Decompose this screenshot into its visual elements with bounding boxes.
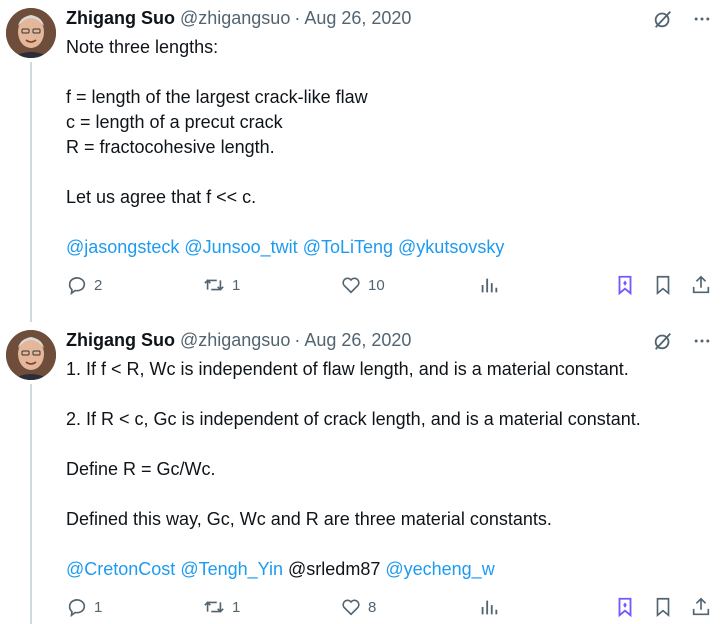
author-handle[interactable]: @zhigangsuo	[180, 8, 290, 29]
text-line: f = length of the largest crack-like fla…	[66, 87, 368, 107]
text-line	[66, 160, 706, 185]
reply-icon	[66, 274, 88, 296]
mention-link[interactable]: @Junsoo_twit	[184, 237, 297, 257]
text-line: Defined this way, Gc, Wc and R are three…	[66, 509, 552, 529]
separator: ·	[294, 329, 301, 350]
thread-connector	[30, 384, 32, 624]
tweet-actions: 1 1 8	[66, 596, 724, 622]
separator: ·	[294, 7, 301, 28]
tweet-date[interactable]: Aug 26, 2020	[304, 8, 411, 29]
views-button[interactable]	[478, 274, 500, 296]
thread-connector	[30, 62, 32, 322]
mention-link[interactable]: @Tengh_Yin	[180, 559, 283, 579]
tweet-top-actions	[652, 8, 712, 35]
text-line	[66, 432, 706, 457]
bookmark-folder-icon	[614, 274, 636, 296]
like-count: 8	[368, 598, 377, 616]
retweet-count: 1	[232, 598, 241, 616]
mention-link[interactable]: @yecheng_w	[385, 559, 494, 579]
text-line: Let us agree that f << c.	[66, 187, 257, 207]
reply-button[interactable]: 2	[66, 274, 102, 296]
text-line: c = length of a precut crack	[66, 112, 283, 132]
tweet-actions: 2 1 10	[66, 274, 724, 300]
mention-link[interactable]: @ToLiTeng	[303, 237, 393, 257]
tweet-header: Zhigang Suo @zhigangsuo · Aug 26, 2020	[66, 7, 411, 29]
author-handle[interactable]: @zhigangsuo	[180, 330, 290, 351]
like-count: 10	[368, 276, 385, 294]
author-name[interactable]: Zhigang Suo	[66, 8, 175, 29]
text-line	[66, 210, 706, 235]
like-icon	[340, 274, 362, 296]
mentions-line: @CretonCost @Tengh_Yin @srledm87 @yechen…	[66, 557, 706, 582]
mention-link[interactable]: @ykutsovsky	[398, 237, 504, 257]
views-icon	[478, 274, 500, 296]
bookmark-icon	[652, 274, 674, 296]
grok-icon[interactable]	[652, 330, 674, 357]
tweet-text: Note three lengths: f = length of the la…	[66, 35, 706, 260]
mention-text: @srledm87	[288, 559, 381, 579]
tweet[interactable]: Zhigang Suo @zhigangsuo · Aug 26, 2020 N…	[0, 0, 724, 322]
tweet-top-actions	[652, 330, 712, 357]
text-line	[66, 382, 706, 407]
text-line: 2. If R < c, Gc is independent of crack …	[66, 409, 641, 429]
tweet-header: Zhigang Suo @zhigangsuo · Aug 26, 2020	[66, 329, 411, 351]
reply-count: 2	[94, 276, 103, 294]
avatar[interactable]	[6, 8, 56, 58]
tweet-date[interactable]: Aug 26, 2020	[304, 330, 411, 351]
more-icon[interactable]	[692, 9, 712, 34]
mention-link[interactable]: @jasongsteck	[66, 237, 179, 257]
avatar[interactable]	[6, 330, 56, 380]
tweet-text: 1. If f < R, Wc is independent of flaw l…	[66, 357, 706, 582]
text-line: R = fractocohesive length.	[66, 137, 275, 157]
like-button[interactable]: 10	[340, 274, 385, 296]
bookmark-button[interactable]	[652, 274, 674, 296]
retweet-button[interactable]: 1	[202, 274, 240, 296]
text-line: 1. If f < R, Wc is independent of flaw l…	[66, 359, 629, 379]
text-line: Define R = Gc/Wc.	[66, 459, 216, 479]
text-line	[66, 482, 706, 507]
share-icon	[690, 274, 712, 296]
tweet[interactable]: Zhigang Suo @zhigangsuo · Aug 26, 2020 1…	[0, 322, 724, 624]
author-name[interactable]: Zhigang Suo	[66, 330, 175, 351]
retweet-count: 1	[232, 276, 241, 294]
retweet-icon	[202, 274, 226, 296]
more-icon[interactable]	[692, 331, 712, 356]
mention-link[interactable]: @CretonCost	[66, 559, 175, 579]
grok-icon[interactable]	[652, 8, 674, 35]
text-line	[66, 532, 706, 557]
mentions-line: @jasongsteck @Junsoo_twit @ToLiTeng @yku…	[66, 235, 706, 260]
share-button[interactable]	[690, 274, 712, 296]
reply-count: 1	[94, 598, 103, 616]
text-line: Note three lengths:	[66, 37, 219, 57]
text-line	[66, 60, 706, 85]
bookmark-folder-button[interactable]	[614, 274, 636, 296]
